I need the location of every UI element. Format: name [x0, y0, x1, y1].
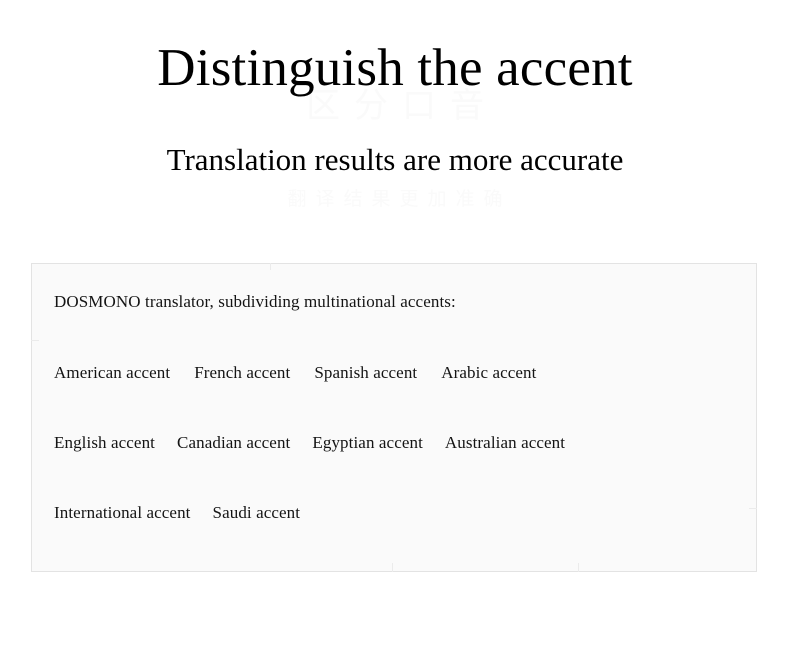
page-header: 区分口音 Distinguish the accent 翻译结果更加准确 Tra…: [0, 0, 790, 210]
panel-divider-tick: [749, 508, 757, 509]
panel-heading: DOSMONO translator, subdividing multinat…: [54, 292, 456, 311]
accent-item-american[interactable]: American accent: [54, 361, 170, 385]
page-title: Distinguish the accent: [157, 39, 633, 97]
panel-divider-tick: [270, 263, 271, 270]
accent-item-french[interactable]: French accent: [194, 361, 290, 385]
panel-divider-tick: [578, 563, 579, 572]
page-root: 区分口音 Distinguish the accent 翻译结果更加准确 Tra…: [0, 0, 790, 645]
accent-row: International accent Saudi accent: [54, 501, 756, 525]
title-block: 区分口音 Distinguish the accent: [0, 36, 790, 126]
page-subtitle: Translation results are more accurate: [166, 141, 624, 177]
ghost-subtitle-text: 翻译结果更加准确: [287, 187, 512, 210]
accent-item-spanish[interactable]: Spanish accent: [314, 361, 417, 385]
accent-item-canadian[interactable]: Canadian accent: [177, 431, 290, 455]
accent-item-egyptian[interactable]: Egyptian accent: [312, 431, 423, 455]
accent-item-international[interactable]: International accent: [54, 501, 191, 525]
subtitle-block: 翻译结果更加准确 Translation results are more ac…: [0, 140, 790, 210]
panel-divider-tick: [392, 563, 393, 572]
accent-item-english[interactable]: English accent: [54, 431, 155, 455]
accent-row: English accent Canadian accent Egyptian …: [54, 431, 756, 455]
accent-item-saudi[interactable]: Saudi accent: [213, 501, 301, 525]
panel-divider-tick: [31, 340, 39, 341]
accent-list-panel: DOSMONO translator, subdividing multinat…: [31, 263, 757, 572]
accent-item-australian[interactable]: Australian accent: [445, 431, 565, 455]
panel-content: DOSMONO translator, subdividing multinat…: [32, 264, 756, 571]
accent-item-arabic[interactable]: Arabic accent: [441, 361, 536, 385]
accent-row: American accent French accent Spanish ac…: [54, 361, 756, 385]
